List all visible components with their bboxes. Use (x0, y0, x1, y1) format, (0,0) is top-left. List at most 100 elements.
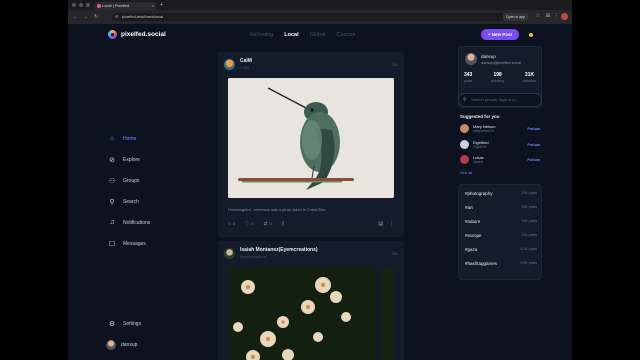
avatar[interactable] (460, 155, 469, 164)
close-window-button[interactable] (72, 3, 76, 7)
post-author-handle[interactable]: CalM (240, 65, 252, 70)
home-icon: ⌂ (109, 135, 115, 142)
close-tab-icon[interactable]: × (152, 2, 154, 10)
tab-title: Local | Pixelfed (102, 3, 130, 8)
forward-icon[interactable]: → (83, 14, 88, 20)
sidebar-item-groups[interactable]: ⚇ Groups (108, 170, 150, 191)
groups-icon: ⚇ (108, 177, 116, 185)
sidebar: ⌂ Home ⊘ Explore ⚇ Groups ⚲ Search ♫ Not… (108, 128, 150, 254)
tab-custom[interactable]: Custom (337, 32, 356, 38)
search-input[interactable]: ⚲ Search people, tags or pl... (458, 93, 542, 107)
comment-count: 0 (233, 222, 235, 226)
follow-button[interactable]: Follow (527, 142, 540, 147)
stat-posts[interactable]: 343 posts (464, 72, 472, 83)
post-card: CalM CalM 18s Hummingbird - reference wa… (218, 52, 404, 237)
tab-following[interactable]: Following (250, 32, 273, 38)
sidebar-item-search[interactable]: ⚲ Search (108, 191, 150, 212)
trending-tag[interactable]: #art 19K posts (465, 205, 537, 210)
sidebar-item-label: Search (123, 198, 139, 205)
browser-tab[interactable]: Local | Pixelfed × (94, 2, 156, 10)
stat-following[interactable]: 198 following (491, 72, 504, 83)
sidebar-user[interactable]: dansup (106, 340, 137, 350)
trending-tag[interactable]: #gaza 8.1K posts (465, 247, 537, 252)
follow-button[interactable]: Follow (527, 157, 540, 162)
tab-global[interactable]: Global (310, 32, 326, 38)
tag-name: #europe (465, 233, 482, 238)
share-count: 0 (269, 222, 272, 226)
tag-count: 12K posts (521, 233, 537, 237)
logo[interactable]: pixelfed.social (108, 30, 166, 39)
sidebar-item-explore[interactable]: ⊘ Explore (108, 149, 150, 170)
theme-toggle-icon[interactable] (529, 33, 533, 37)
star-icon[interactable]: ☆ (536, 13, 540, 19)
logo-text: pixelfed.social (121, 31, 166, 38)
trending-tag[interactable]: #hashtaggames 5.9K posts (465, 261, 537, 266)
follow-button[interactable]: Follow (527, 126, 540, 131)
post-timestamp[interactable]: 18s (392, 62, 398, 67)
search-placeholder: Search people, tags or pl... (471, 97, 519, 102)
see-all-link[interactable]: See all (460, 170, 472, 175)
maximize-window-button[interactable] (86, 3, 90, 7)
sidebar-item-messages[interactable]: ☐ Messages (108, 233, 150, 254)
more-options-icon[interactable]: ⋮ (389, 221, 394, 227)
browser-profile-avatar[interactable] (561, 13, 568, 20)
avatar[interactable] (224, 58, 235, 70)
next-image-preview[interactable] (381, 267, 394, 360)
reload-icon[interactable]: ↻ (94, 14, 98, 20)
sidebar-item-notifications[interactable]: ♫ Notifications (108, 212, 150, 233)
comment-icon: ○ (228, 221, 232, 227)
hummingbird-drawing (228, 78, 394, 198)
post-author-name[interactable]: Isaiah Montanez(Eyemcreations) (240, 247, 318, 253)
profile-stats-wrapper: 343 posts 198 following 31K followers (458, 46, 542, 86)
avatar (106, 340, 116, 350)
extensions-icon[interactable]: ⊞ (546, 13, 550, 19)
tag-count: 13K posts (521, 219, 537, 223)
menu-icon[interactable]: ⋮ (554, 13, 559, 19)
tag-count: 5.9K posts (520, 261, 537, 265)
like-button[interactable]: ♡ 0 (245, 221, 253, 227)
sidebar-item-settings[interactable]: ⚙ Settings (108, 320, 141, 328)
trending-tag[interactable]: #photography 29K posts (465, 191, 537, 196)
settings-label: Settings (123, 321, 142, 327)
tag-name: #nature (465, 219, 481, 224)
stat-value: 343 (464, 72, 473, 78)
compass-icon: ⊘ (109, 156, 115, 164)
avatar[interactable] (224, 247, 235, 259)
tag-count: 29K posts (521, 191, 537, 195)
suggestion-handle: lukasw (473, 160, 484, 164)
bookmark-icon[interactable]: ▯ (282, 221, 285, 227)
trending-tags: #photography 29K posts #art 19K posts #n… (458, 184, 542, 280)
new-post-button[interactable]: + New Post (481, 29, 519, 40)
search-icon: ⚲ (463, 97, 467, 103)
sidebar-item-home[interactable]: ⌂ Home (108, 128, 150, 149)
url-field[interactable]: ⚙ pixelfed.test/i/web/local (112, 13, 512, 21)
minimize-window-button[interactable] (79, 3, 83, 7)
collection-icon[interactable]: ▤ (378, 221, 383, 227)
trending-tag[interactable]: #nature 13K posts (465, 219, 537, 224)
post-image[interactable] (228, 78, 394, 198)
tag-name: #gaza (465, 247, 478, 252)
share-button[interactable]: ⇄ 0 (263, 221, 271, 227)
new-tab-button[interactable]: + (160, 2, 163, 8)
post-timestamp[interactable]: 35s (392, 251, 398, 256)
tag-count: 8.1K posts (520, 247, 537, 251)
post-author-name[interactable]: CalM (240, 58, 252, 64)
stat-followers[interactable]: 31K followers (523, 72, 536, 83)
post-image[interactable] (228, 267, 376, 360)
sidebar-item-label: Messages (123, 240, 146, 247)
pixelfed-favicon-icon (97, 4, 101, 8)
comment-button[interactable]: ○ 0 (228, 221, 235, 227)
tab-local[interactable]: Local (284, 32, 298, 38)
repost-icon: ⇄ (263, 221, 268, 227)
post-author-handle[interactable]: Eyemcreations (240, 254, 318, 259)
window-controls (72, 3, 90, 7)
feed-tabs: Following Local Global Custom (250, 32, 355, 38)
avatar[interactable] (460, 124, 469, 133)
site-info-icon[interactable]: ⚙ (115, 13, 119, 21)
back-icon[interactable]: ← (73, 14, 78, 20)
trending-tag[interactable]: #europe 12K posts (465, 233, 537, 238)
open-in-app-button[interactable]: Open in app (502, 13, 528, 21)
avatar[interactable] (460, 140, 469, 149)
suggestion-handle: marynelson18 (473, 129, 494, 133)
gear-icon: ⚙ (108, 321, 116, 328)
